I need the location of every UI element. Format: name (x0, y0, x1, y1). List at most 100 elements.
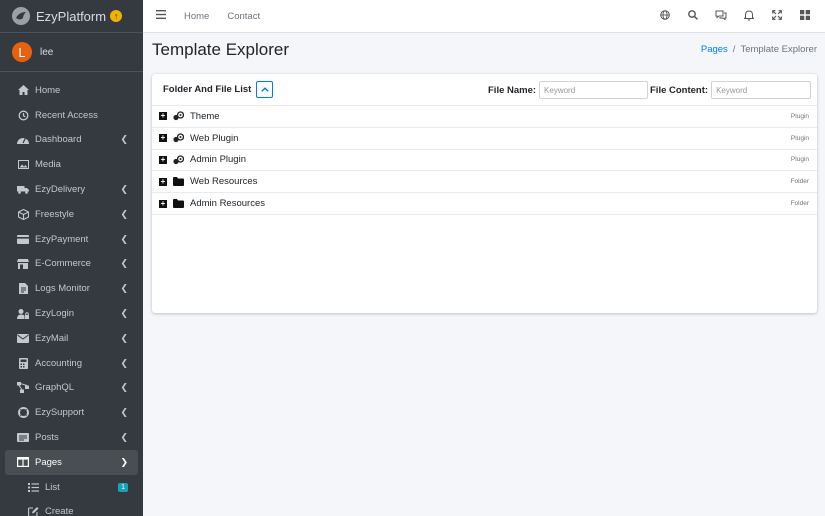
expand-icon[interactable] (763, 10, 791, 23)
sidebar-item-ezylogin[interactable]: EzyLogin ❮ (5, 301, 138, 326)
sidebar-item-ezypayment[interactable]: EzyPayment ❮ (5, 227, 138, 252)
tree-row-type: Folder (790, 178, 809, 186)
search-icon[interactable] (679, 10, 707, 23)
store-icon (17, 258, 29, 270)
sidebar-item-recent-access[interactable]: Recent Access (5, 103, 138, 128)
tree-row-admin-resources[interactable]: + Admin Resources Folder (152, 193, 817, 215)
sidebar-item-ezydelivery[interactable]: EzyDelivery ❮ (5, 177, 138, 202)
sidebar-item-pages[interactable]: Pages ❯ (5, 449, 138, 475)
file-name-input[interactable] (539, 81, 649, 99)
tree-row-theme[interactable]: + Theme Plugin (152, 106, 817, 128)
sidebar-item-ezymail[interactable]: EzyMail ❮ (5, 326, 138, 351)
chevron-left-icon: ❮ (120, 357, 128, 368)
chevron-left-icon: ❮ (120, 184, 128, 195)
history-icon (17, 109, 29, 121)
sidebar-item-label: Media (35, 159, 61, 171)
sidebar-subitem-create[interactable]: Create (5, 500, 138, 516)
sidebar-subitem-list[interactable]: List 1 (5, 475, 138, 500)
nav-link-home[interactable]: Home (184, 11, 209, 22)
expand-plus-icon[interactable]: + (159, 177, 167, 186)
chevron-left-icon: ❮ (120, 134, 128, 145)
sidebar-item-label: EzyLogin (35, 308, 75, 320)
tree-row-type: Plugin (790, 112, 809, 120)
chevron-left-icon: ❮ (120, 432, 128, 443)
grid-icon[interactable] (791, 10, 819, 23)
sidebar-item-ezysupport[interactable]: EzySupport ❮ (5, 400, 138, 425)
sidebar-item-dashboard[interactable]: Dashboard ❮ (5, 128, 138, 153)
globe-icon[interactable] (651, 10, 679, 23)
sidebar-item-label: Recent Access (35, 109, 98, 121)
chevron-up-icon (261, 87, 269, 92)
expand-plus-icon[interactable]: + (159, 199, 167, 208)
chevron-left-icon: ❮ (120, 283, 128, 294)
sidebar-item-label: Logs Monitor (35, 283, 90, 295)
up-arrow-circle-icon: ↑ (110, 10, 123, 22)
breadcrumb-link-pages[interactable]: Pages (701, 44, 728, 55)
tree-row-name: Admin Resources (190, 198, 265, 210)
top-icons (651, 0, 819, 33)
sidebar-item-label: Accounting (35, 357, 83, 369)
credit-card-icon (17, 233, 29, 245)
tree-row-name: Theme (190, 110, 220, 122)
sidebar-nav: Home Recent Access Dashboard ❮ Media Ezy… (0, 78, 143, 516)
content-header: Template Explorer Pages / Template Explore… (152, 40, 817, 62)
tree-row-name: Web Resources (190, 176, 258, 188)
file-name-label: File Name: (488, 84, 537, 96)
breadcrumb-separator: / (732, 44, 736, 55)
brand-link[interactable]: EzyPlatform ↑ (0, 0, 143, 33)
file-tree-list: + Theme Plugin + Web Plugin Plugin + Adm… (152, 106, 817, 215)
tachometer-icon (17, 134, 29, 146)
chevron-left-icon: ❮ (120, 233, 128, 244)
tree-row-type: Plugin (790, 156, 809, 164)
breadcrumb: Pages / Template Explorer (701, 44, 817, 55)
dove-logo-icon (12, 7, 30, 25)
sidebar-item-accounting[interactable]: Accounting ❮ (5, 351, 138, 376)
sidebar-item-logs-monitor[interactable]: Logs Monitor ❮ (5, 276, 138, 301)
sidebar-item-freestyle[interactable]: Freestyle ❮ (5, 202, 138, 227)
sidebar-item-graphql[interactable]: GraphQL ❮ (5, 376, 138, 401)
user-name: lee (40, 46, 54, 58)
sidebar-item-media[interactable]: Media (5, 152, 138, 177)
card-header: Folder And File List File Name: File Con… (152, 74, 817, 106)
tree-row-admin-plugin[interactable]: + Admin Plugin Plugin (152, 150, 817, 172)
comments-icon[interactable] (707, 10, 735, 23)
expand-plus-icon[interactable]: + (159, 134, 167, 143)
folder-icon (173, 199, 184, 209)
tree-row-name: Admin Plugin (190, 154, 246, 166)
plugin-icon (173, 155, 184, 165)
tree-row-web-resources[interactable]: + Web Resources Folder (152, 171, 817, 194)
tree-row-web-plugin[interactable]: + Web Plugin Plugin (152, 128, 817, 150)
user-lock-icon (17, 308, 29, 320)
cube-icon (17, 208, 29, 220)
user-panel[interactable]: L lee (0, 33, 143, 72)
file-content-filter: File Content: (650, 81, 812, 99)
sidebar-item-e-commerce[interactable]: E-Commerce ❮ (5, 252, 138, 277)
sidebar-item-label: Home (35, 84, 61, 96)
bell-icon[interactable] (735, 9, 763, 24)
sidebar-item-label: GraphQL (35, 382, 75, 394)
chevron-left-icon: ❮ (120, 208, 128, 219)
breadcrumb-current: Template Explorer (740, 44, 817, 55)
expand-plus-icon[interactable]: + (159, 155, 167, 164)
tree-row-type: Folder (790, 200, 809, 208)
sidebar-item-label: EzyDelivery (35, 184, 86, 196)
sidebar-item-label: EzyMail (35, 332, 69, 344)
sidebar-item-label: Dashboard (35, 134, 82, 146)
sidebar-item-home[interactable]: Home (5, 78, 138, 103)
chevron-down-icon: ❯ (120, 456, 128, 467)
nav-link-contact[interactable]: Contact (227, 11, 260, 22)
sidebar-item-label: EzyPayment (35, 233, 89, 245)
expand-plus-icon[interactable]: + (159, 112, 167, 121)
file-content-input[interactable] (711, 81, 812, 99)
sidebar-item-label: Freestyle (35, 208, 75, 220)
hamburger-menu-icon[interactable] (156, 10, 166, 22)
edit-icon (27, 506, 39, 516)
collapse-button[interactable] (256, 81, 274, 98)
sidebar-item-posts[interactable]: Posts ❮ (5, 425, 138, 450)
image-icon (17, 159, 29, 171)
chevron-left-icon: ❮ (120, 258, 128, 269)
list-icon (27, 481, 39, 493)
sidebar-item-label: EzySupport (35, 407, 85, 419)
sidebar-item-label: Create (45, 506, 74, 516)
file-content-label: File Content: (650, 84, 709, 96)
